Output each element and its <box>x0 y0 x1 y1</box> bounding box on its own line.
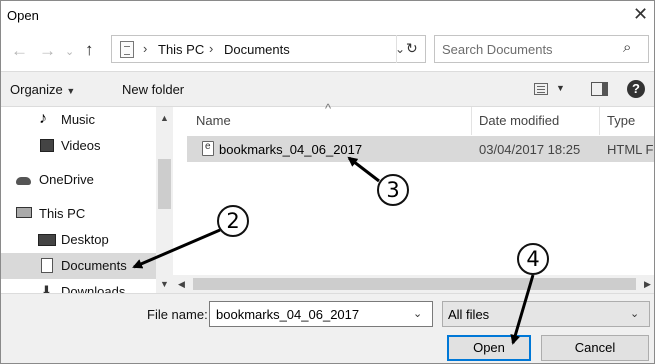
file-name-label: File name: <box>147 307 208 322</box>
window-title: Open <box>7 8 39 23</box>
sidebar-item-downloads[interactable]: ⬇ Downloads <box>1 279 156 293</box>
cancel-button[interactable]: Cancel <box>541 335 649 361</box>
file-date-modified: 03/04/2017 18:25 <box>479 142 581 157</box>
scroll-right-icon[interactable]: ▶ <box>644 279 651 290</box>
organize-button[interactable]: Organize ▼ <box>10 82 75 97</box>
refresh-button[interactable]: ↻ <box>396 35 426 63</box>
search-input[interactable]: Search Documents ⌕ <box>434 35 649 63</box>
sort-ascending-icon: ^ <box>325 101 332 116</box>
computer-icon <box>16 207 32 218</box>
sidebar-item-onedrive[interactable]: OneDrive <box>1 167 156 193</box>
file-type-select[interactable]: All files ⌄ <box>442 301 650 327</box>
chevron-down-icon[interactable]: ⌄ <box>413 307 422 320</box>
cloud-icon <box>16 177 31 185</box>
callout-3: 3 <box>377 174 409 206</box>
breadcrumb-separator: › <box>209 41 214 56</box>
column-divider[interactable] <box>599 107 600 135</box>
caret-down-icon[interactable]: ▼ <box>556 83 565 93</box>
download-icon: ⬇ <box>41 283 52 293</box>
organize-label: Organize <box>10 82 63 97</box>
scroll-up-icon[interactable]: ▲ <box>160 113 169 123</box>
callout-4: 4 <box>517 243 549 275</box>
film-icon <box>40 139 54 152</box>
sidebar-item-videos[interactable]: Videos <box>1 133 156 159</box>
file-name: bookmarks_04_06_2017 <box>219 142 363 157</box>
breadcrumb-documents[interactable]: Documents <box>224 42 290 57</box>
sidebar-item-label: Downloads <box>61 284 126 293</box>
horizontal-scrollbar-thumb[interactable] <box>193 278 636 290</box>
sidebar-scrollbar-thumb[interactable] <box>158 159 171 209</box>
chevron-down-icon: ⌄ <box>630 308 640 320</box>
sidebar-item-label: This PC <box>39 206 86 221</box>
html-file-icon <box>202 141 214 156</box>
document-icon <box>41 258 53 273</box>
column-header-date-modified[interactable]: Date modified <box>479 113 559 128</box>
music-note-icon: ♪ <box>39 110 47 127</box>
column-header-name[interactable]: Name <box>196 113 231 128</box>
up-arrow-icon[interactable]: ↑ <box>85 40 94 60</box>
preview-pane-icon[interactable] <box>591 82 608 96</box>
sidebar-item-documents[interactable]: Documents <box>1 253 156 279</box>
callout-2: 2 <box>217 205 249 237</box>
navigation-pane: ♪ Music Videos OneDrive This PC Desktop … <box>1 107 173 293</box>
back-arrow-icon[interactable]: ← <box>11 41 28 61</box>
search-placeholder: Search Documents <box>442 42 553 57</box>
file-type: HTML Fi <box>607 142 655 157</box>
sidebar-item-label: Documents <box>61 258 127 273</box>
forward-arrow-icon[interactable]: → <box>39 41 56 61</box>
file-row[interactable]: bookmarks_04_06_2017 03/04/2017 18:25 HT… <box>187 136 655 162</box>
sidebar-item-label: OneDrive <box>39 172 94 187</box>
open-button[interactable]: Open <box>447 335 531 361</box>
open-file-dialog: Open ✕ ← → ⌄ ↑ › This PC › Documents ⌄ ↻… <box>0 0 655 364</box>
sidebar-item-this-pc[interactable]: This PC <box>1 201 156 227</box>
refresh-icon: ↻ <box>406 40 418 56</box>
new-folder-button[interactable]: New folder <box>122 82 184 97</box>
title-bar: Open ✕ <box>1 1 654 31</box>
desktop-icon <box>38 234 56 246</box>
file-type-value: All files <box>448 307 490 322</box>
sidebar-item-label: Videos <box>61 138 101 153</box>
sidebar-item-label: Desktop <box>61 232 109 247</box>
view-options-icon[interactable] <box>534 83 548 95</box>
help-icon[interactable]: ? <box>627 80 645 98</box>
breadcrumb-separator: › <box>143 41 148 56</box>
file-name-value: bookmarks_04_06_2017 <box>216 307 360 322</box>
recent-locations-icon[interactable]: ⌄ <box>65 45 74 58</box>
sidebar-item-music[interactable]: ♪ Music <box>1 107 156 133</box>
breadcrumb-this-pc[interactable]: This PC <box>158 42 204 57</box>
column-header-type[interactable]: Type <box>607 113 635 128</box>
scroll-left-icon[interactable]: ◀ <box>178 279 185 290</box>
file-name-input[interactable]: bookmarks_04_06_2017 ⌄ <box>209 301 433 327</box>
document-folder-icon <box>120 41 134 58</box>
address-bar[interactable]: › This PC › Documents ⌄ <box>111 35 426 63</box>
close-icon[interactable]: ✕ <box>633 4 648 25</box>
scroll-down-icon[interactable]: ▼ <box>160 279 169 289</box>
caret-down-icon: ▼ <box>66 86 76 96</box>
sidebar-item-desktop[interactable]: Desktop <box>1 227 156 253</box>
search-icon[interactable]: ⌕ <box>623 39 631 56</box>
sidebar-item-label: Music <box>61 112 95 127</box>
column-divider[interactable] <box>471 107 472 135</box>
